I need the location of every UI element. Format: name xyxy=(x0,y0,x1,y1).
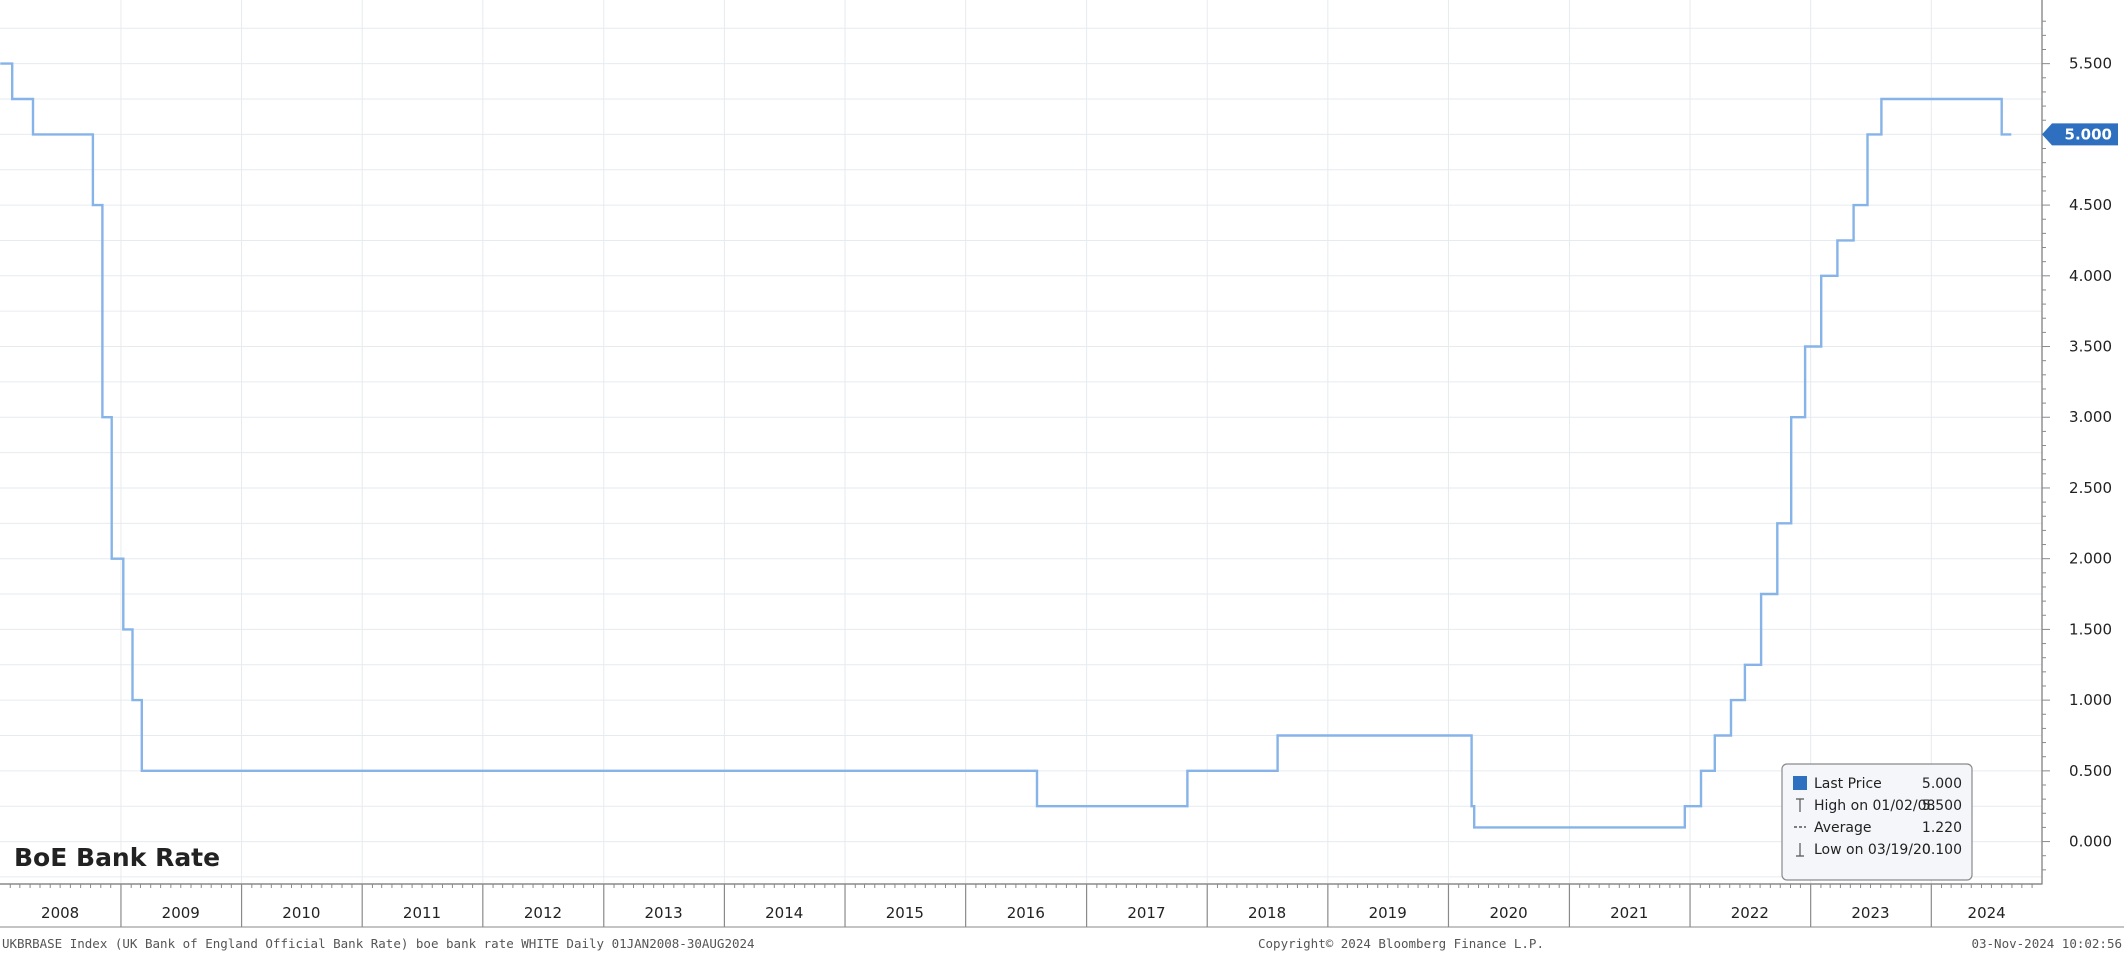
x-tick-label: 2011 xyxy=(403,904,441,922)
chart-title: BoE Bank Rate xyxy=(14,843,220,872)
legend-item-label: Low on 03/19/20 xyxy=(1814,842,1931,858)
legend-item-value: 1.220 xyxy=(1922,820,1962,836)
x-tick-label: 2024 xyxy=(1968,904,2006,922)
x-tick-label: 2021 xyxy=(1610,904,1648,922)
x-tick-label: 2023 xyxy=(1851,904,1889,922)
legend-item-label: High on 01/02/08 xyxy=(1814,798,1935,814)
x-tick-label: 2018 xyxy=(1248,904,1286,922)
legend-item-value: 5.500 xyxy=(1922,798,1962,814)
y-tick-label: 5.500 xyxy=(2069,55,2112,73)
y-tick-label: 4.500 xyxy=(2069,196,2112,214)
y-tick-label: 0.000 xyxy=(2069,833,2112,851)
y-tick-label: 2.500 xyxy=(2069,479,2112,497)
legend-item-value: 5.000 xyxy=(1922,776,1962,792)
y-tick-label: 0.500 xyxy=(2069,762,2112,780)
legend-item-value: 0.100 xyxy=(1922,842,1962,858)
x-tick-label: 2012 xyxy=(524,904,562,922)
x-tick-label: 2020 xyxy=(1490,904,1528,922)
x-tick-label: 2015 xyxy=(886,904,924,922)
x-tick-label: 2017 xyxy=(1127,904,1165,922)
legend-item-label: Average xyxy=(1814,820,1872,836)
footer-copyright: Copyright© 2024 Bloomberg Finance L.P. xyxy=(1258,936,1544,951)
y-tick-label: 1.500 xyxy=(2069,620,2112,638)
y-tick-label: 2.000 xyxy=(2069,550,2112,568)
x-tick-label: 2008 xyxy=(41,904,79,922)
legend-item-label: Last Price xyxy=(1814,776,1882,792)
boe-bank-rate-chart: 2008 2009 2010 2011 2012 2013 2014 2015 2016 2017… xyxy=(0,0,2124,956)
footer-source: UKBRBASE Index (UK Bank of England Offic… xyxy=(2,936,755,951)
footer-timestamp: 03-Nov-2024 10:02:56 xyxy=(1971,936,2122,951)
y-tick-label: 1.000 xyxy=(2069,691,2112,709)
x-tick-label: 2010 xyxy=(282,904,320,922)
legend: Last Price 5.000 High on 01/02/085.500 Aver… xyxy=(1781,763,1973,881)
x-tick-label: 2019 xyxy=(1369,904,1407,922)
x-tick-label: 2009 xyxy=(162,904,200,922)
x-tick-label: 2013 xyxy=(644,904,682,922)
x-tick-label: 2022 xyxy=(1731,904,1769,922)
legend-last-price-swatch xyxy=(1793,776,1807,790)
x-tick-label: 2014 xyxy=(765,904,803,922)
x-tick-label: 2016 xyxy=(1007,904,1045,922)
last-price-badge: 5.000 xyxy=(2042,123,2118,146)
y-tick-label: 4.000 xyxy=(2069,267,2112,285)
y-tick-label: 3.000 xyxy=(2069,408,2112,426)
last-price-badge-label: 5.000 xyxy=(2065,125,2112,143)
y-tick-label: 3.500 xyxy=(2069,338,2112,356)
